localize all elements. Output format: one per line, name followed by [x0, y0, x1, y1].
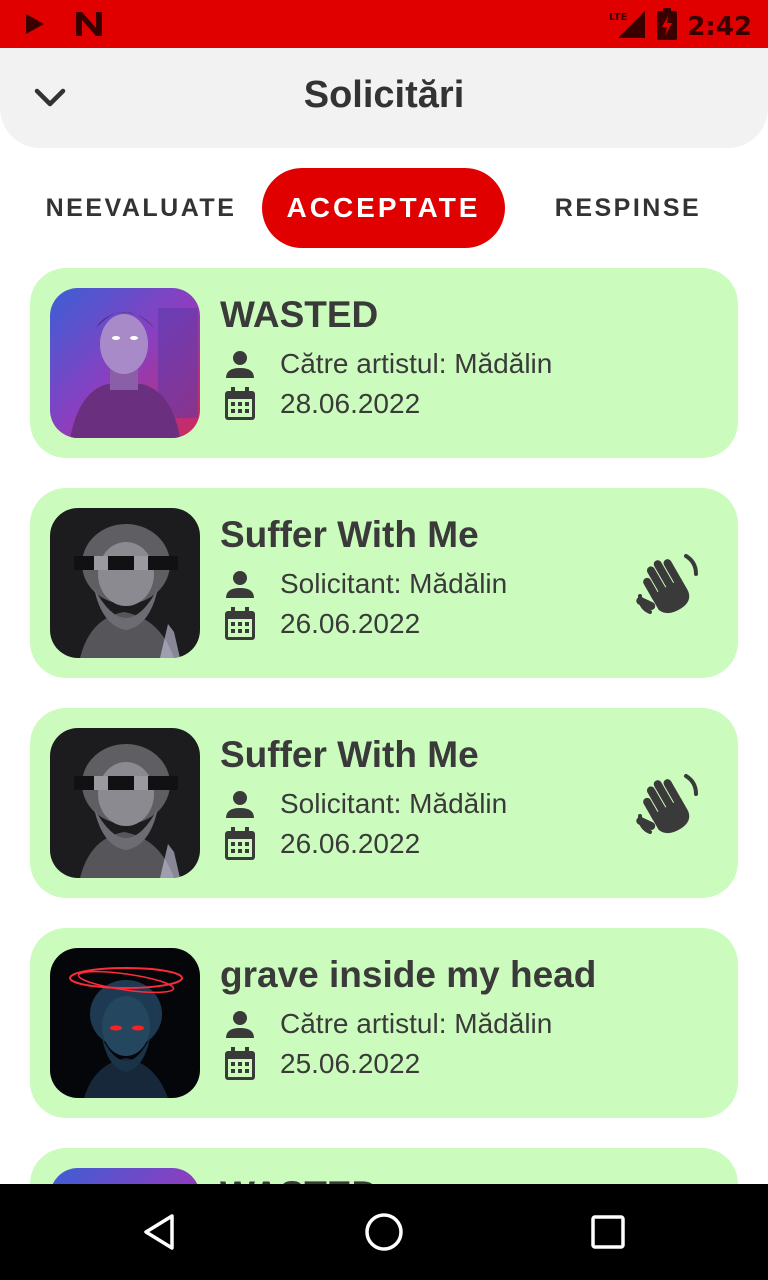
back-nav-button[interactable] — [136, 1208, 184, 1256]
cover-dark-statue-red-halo — [50, 948, 200, 1098]
battery-charging-icon — [657, 8, 678, 45]
request-person-text: Către artistul: Mădălin — [280, 1008, 553, 1039]
recents-square-icon — [591, 1215, 625, 1249]
tab-acceptate[interactable]: ACCEPTATE — [262, 168, 505, 248]
request-date-text: 26.06.2022 — [280, 828, 421, 859]
request-title: WASTED — [220, 294, 379, 335]
cover-bearded-statue-glitch — [50, 728, 200, 878]
person-icon — [220, 564, 260, 604]
request-date: 26.06.2022 — [220, 824, 420, 864]
request-card[interactable]: Suffer With Me Solicitant: Mădălin 26.06… — [30, 488, 738, 678]
app-header: Solicitări — [0, 48, 768, 148]
play-store-icon — [24, 11, 46, 42]
request-date: 26.06.2022 — [220, 604, 420, 644]
request-title: WASTED — [220, 1174, 378, 1184]
request-title: Suffer With Me — [220, 734, 479, 775]
lte-signal-icon: LTE — [609, 9, 647, 44]
person-icon — [220, 784, 260, 824]
request-card[interactable]: WASTED — [30, 1148, 738, 1184]
tab-neevaluate[interactable]: NEEVALUATE — [40, 168, 242, 248]
home-circle-icon — [365, 1213, 403, 1251]
request-date-text: 25.06.2022 — [280, 1048, 421, 1079]
page-title: Solicitări — [303, 74, 465, 116]
calendar-icon — [220, 604, 260, 644]
request-person: Către artistul: Mădălin — [220, 344, 552, 384]
request-person: Solicitant: Mădălin — [220, 564, 507, 604]
request-card[interactable]: WASTED Către artistul: Mădălin 28.06.202… — [30, 268, 738, 458]
home-nav-button[interactable] — [360, 1208, 408, 1256]
request-person-text: Către artistul: Mădălin — [280, 348, 553, 379]
request-date: 28.06.2022 — [220, 384, 420, 424]
request-date-text: 26.06.2022 — [280, 608, 421, 639]
request-date-text: 28.06.2022 — [280, 388, 421, 419]
waving-hand-icon[interactable] — [636, 772, 700, 836]
cover-bearded-statue-glitch — [50, 508, 200, 658]
person-icon — [220, 1004, 260, 1044]
svg-text:LTE: LTE — [609, 12, 628, 23]
request-card[interactable]: Suffer With Me Solicitant: Mădălin 26.06… — [30, 708, 738, 898]
calendar-icon — [220, 1044, 260, 1084]
request-person-text: Solicitant: Mădălin — [280, 568, 508, 599]
person-icon — [220, 344, 260, 384]
recents-nav-button[interactable] — [584, 1208, 632, 1256]
tab-respinse[interactable]: RESPINSE — [530, 168, 726, 248]
calendar-icon — [220, 384, 260, 424]
cover-statue-neon-purple — [50, 288, 200, 438]
n-app-icon — [74, 10, 104, 43]
status-bar: LTE 2:42 — [0, 0, 768, 48]
clock: 2:42 — [687, 11, 752, 42]
cover-statue-neon-purple — [50, 1168, 200, 1184]
request-date: 25.06.2022 — [220, 1044, 420, 1084]
request-card[interactable]: grave inside my head Către artistul: Măd… — [30, 928, 738, 1118]
request-title: Suffer With Me — [220, 514, 479, 555]
request-person: Solicitant: Mădălin — [220, 784, 507, 824]
back-triangle-icon — [144, 1214, 174, 1250]
request-person-text: Solicitant: Mădălin — [280, 788, 508, 819]
request-title: grave inside my head — [220, 954, 597, 995]
calendar-icon — [220, 824, 260, 864]
request-tabs: NEEVALUATE ACCEPTATE RESPINSE — [0, 168, 768, 248]
system-nav-bar — [0, 1184, 768, 1280]
request-person: Către artistul: Mădălin — [220, 1004, 552, 1044]
waving-hand-icon[interactable] — [636, 552, 700, 616]
requests-list[interactable]: WASTED Către artistul: Mădălin 28.06.202… — [0, 268, 768, 1184]
